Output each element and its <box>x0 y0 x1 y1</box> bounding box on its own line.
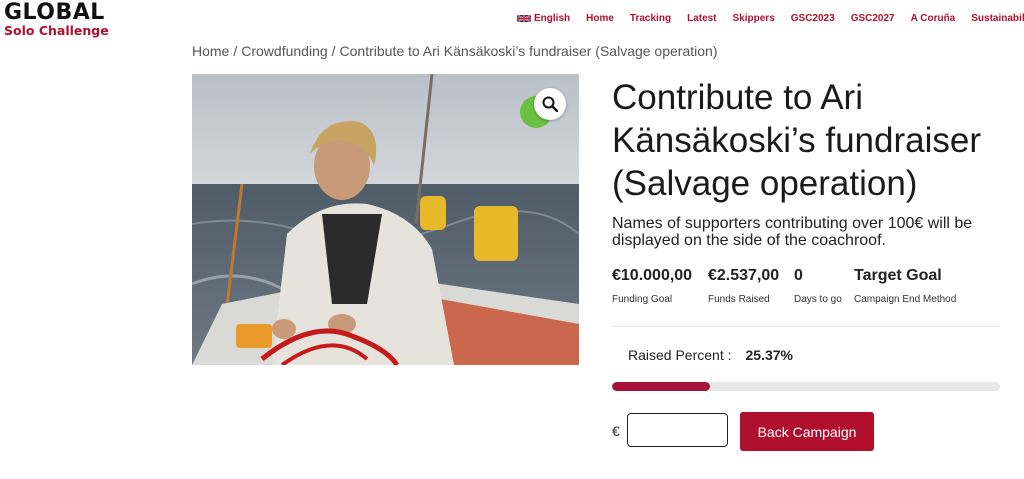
logo-line1: GLOBAL <box>4 0 105 25</box>
stat-value: €10.000,00 <box>612 267 693 284</box>
progress-bar-fill <box>612 382 711 391</box>
nav-item-latest[interactable]: Latest <box>687 13 716 24</box>
nav-item-home[interactable]: Home <box>586 13 614 24</box>
nav-item-gsc2027[interactable]: GSC2027 <box>851 13 895 24</box>
uk-flag-icon <box>517 14 531 23</box>
stat-end-method: Target Goal Campaign End Method <box>854 267 974 305</box>
raised-percent: Raised Percent : 25.37% <box>628 347 793 363</box>
breadcrumb: Home / Crowdfunding / Contribute to Ari Käns… <box>192 43 717 59</box>
progress-bar <box>612 382 1000 391</box>
site-logo[interactable]: GLOBAL Solo Challenge <box>4 2 109 38</box>
back-campaign-button[interactable]: Back Campaign <box>740 412 874 451</box>
divider <box>612 326 1000 327</box>
stat-value: Target Goal <box>854 267 942 284</box>
stat-label: Campaign End Method <box>854 294 957 305</box>
campaign-stats: €10.000,00 Funding Goal €2.537,00 Funds … <box>612 267 986 305</box>
nav-item-label: English <box>534 13 571 24</box>
nav-item-gsc2023[interactable]: GSC2023 <box>791 13 835 24</box>
zoom-button[interactable] <box>534 88 566 120</box>
product-description: Names of supporters contributing over 10… <box>612 215 973 249</box>
currency-symbol: € <box>612 423 620 439</box>
nav-item-skippers[interactable]: Skippers <box>733 13 775 24</box>
nav-item-a-coruna[interactable]: A Coruña <box>911 13 956 24</box>
page-title: Contribute to Ari Känsäkoski’s fundraise… <box>612 78 981 203</box>
contribution-amount-input[interactable] <box>627 413 728 447</box>
stat-label: Funding Goal <box>612 294 673 305</box>
logo-line2: Solo Challenge <box>4 23 109 38</box>
main-nav: English Home Tracking Latest Skippers GS… <box>517 13 1024 24</box>
magnifier-icon <box>542 96 558 112</box>
stat-label: Days to go <box>794 294 842 305</box>
stat-label: Funds Raised <box>708 294 770 305</box>
stat-value: €2.537,00 <box>708 267 780 284</box>
nav-item-sustainability[interactable]: Sustainability <box>971 13 1024 24</box>
breadcrumb-home[interactable]: Home <box>192 43 229 59</box>
raised-percent-label: Raised Percent : <box>628 347 732 363</box>
breadcrumb-separator: / <box>331 43 336 59</box>
stat-value: 0 <box>794 267 803 284</box>
stat-funds-raised: €2.537,00 Funds Raised <box>708 267 782 305</box>
nav-item-tracking[interactable]: Tracking <box>630 13 671 24</box>
breadcrumb-separator: / <box>233 43 238 59</box>
breadcrumb-crowdfunding[interactable]: Crowdfunding <box>241 43 327 59</box>
raised-percent-value: 25.37% <box>745 347 793 363</box>
product-image[interactable] <box>192 74 579 365</box>
stat-funding-goal: €10.000,00 Funding Goal <box>612 267 696 305</box>
stat-days-to-go: 0 Days to go <box>794 267 842 305</box>
nav-item-english[interactable]: English <box>517 13 570 24</box>
breadcrumb-current: Contribute to Ari Känsäkoski’s fundraise… <box>339 43 718 59</box>
